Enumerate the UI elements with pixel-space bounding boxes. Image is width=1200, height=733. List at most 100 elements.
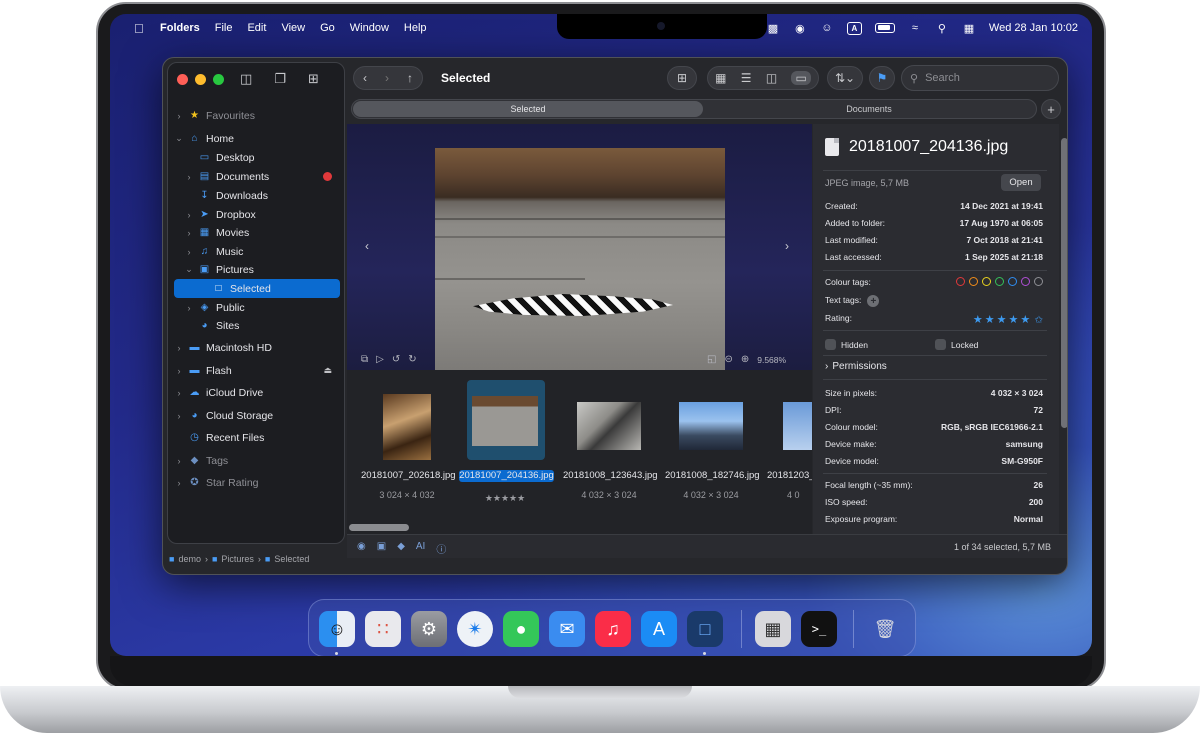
flip-horizontal-icon[interactable]: ⧉ [361,354,368,365]
menu-edit[interactable]: Edit [247,22,266,34]
text-toggle-icon[interactable]: A‍I [416,541,425,556]
sidebar-item-pictures[interactable]: ⌄ ▣ Pictures [174,260,340,279]
search-field[interactable]: ⚲ Search [901,65,1059,91]
column-view-button[interactable]: ◫ [766,71,777,85]
zoom-out-icon[interactable]: ⊝ [724,354,732,365]
tab-documents[interactable]: Documents [703,101,1035,117]
colour-tag-4[interactable] [1008,277,1017,286]
control-center-icon[interactable]: ▦ [962,22,976,35]
enclosing-folder-button[interactable]: ↑ [407,71,413,85]
menu-app-name[interactable]: Folders [160,22,200,34]
battery-icon[interactable] [874,23,895,33]
finder-icon[interactable]: ☺ [319,611,355,647]
sidebar-item-recent-files[interactable]: ◷ Recent Files [174,428,340,447]
sidebar-item-star-rating[interactable]: › ✪ Star Rating [174,473,340,492]
menu-view[interactable]: View [281,22,305,34]
launchpad-icon[interactable]: ∷ [365,611,401,647]
calculator-icon[interactable]: ▦ [755,611,791,647]
previous-image-button[interactable]: ‹ [365,239,369,253]
safari-icon[interactable]: ✴ [457,611,493,647]
tag-toggle-icon[interactable]: ◆ [397,541,405,556]
tab-selected[interactable]: Selected [353,101,703,117]
sidebar-item-public[interactable]: › ◈ Public [174,298,340,317]
forward-button[interactable]: › [385,71,389,85]
back-button[interactable]: ‹ [363,71,367,85]
folders-app-icon[interactable]: □ [687,611,723,647]
chevron-right-icon[interactable]: › [174,456,184,466]
gallery-view-button[interactable]: ▭ [791,71,811,85]
sidebar-item-desktop[interactable]: ▭ Desktop [174,148,340,167]
chevron-right-icon[interactable]: › [184,247,194,257]
colour-tag-2[interactable] [982,277,991,286]
menu-go[interactable]: Go [320,22,335,34]
chevron-down-icon[interactable]: ⌄ [174,133,184,144]
minimize-window-button[interactable] [195,74,206,85]
add-tag-button[interactable]: + [867,295,880,307]
clear-rating-icon[interactable]: ✩ [1035,315,1043,326]
sidebar-item-macintosh-hd[interactable]: › ▬ Macintosh HD [174,338,340,357]
menu-window[interactable]: Window [350,22,389,34]
path-item[interactable]: Pictures [221,554,254,564]
mail-icon[interactable]: ✉ [549,611,585,647]
flip-vertical-icon[interactable]: ▷ [376,354,384,365]
thumbnail-item[interactable]: 20181008_182746.jpg 4 032 × 3 024 [665,380,760,510]
input-source-icon[interactable]: A [846,21,862,35]
colour-tag-6[interactable] [1034,277,1043,286]
icon-view-button[interactable]: ▦ [715,71,726,85]
music-app-icon[interactable]: ♫ [595,611,631,647]
chevron-right-icon[interactable]: › [184,210,194,220]
chevron-right-icon[interactable]: › [174,411,184,421]
fit-icon[interactable]: ◱ [707,354,716,365]
window-tabs-icon[interactable]: ❐ [274,71,286,87]
chevron-right-icon[interactable]: › [184,303,194,313]
close-window-button[interactable] [177,74,188,85]
colour-tag-picker[interactable] [952,277,1043,288]
thumbnail-item-selected[interactable]: 20181007_204136.jpg ★★★★★ [459,380,554,510]
sidebar-item-home[interactable]: ⌄ ⌂ Home [174,129,340,148]
sidebar-item-downloads[interactable]: ↧ Downloads [174,186,340,205]
zoom-window-button[interactable] [213,74,224,85]
thumbnail-item[interactable]: 20181007_202618.jpg 3 024 × 4 032 [361,380,456,510]
chevron-right-icon[interactable]: › [174,111,184,121]
locked-checkbox[interactable]: Locked [935,339,978,350]
chevron-right-icon[interactable]: › [174,478,184,488]
sidebar-item-movies[interactable]: › ▦ Movies [174,223,340,242]
chevron-right-icon[interactable]: › [174,388,184,398]
screen-icon[interactable]: ▩ [766,22,780,35]
info-toggle-icon[interactable]: ⓘ [436,541,446,556]
horizontal-scrollbar[interactable] [349,524,409,531]
menu-help[interactable]: Help [404,22,427,34]
bookmark-button[interactable]: ⚑ [869,66,895,90]
next-image-button[interactable]: › [785,239,789,253]
open-button[interactable]: Open [1001,174,1041,191]
path-item[interactable]: demo [178,554,201,564]
sidebar-item-documents[interactable]: › ▤ Documents [174,167,340,186]
chevron-down-icon[interactable]: ⌄ [184,264,194,275]
rotate-left-icon[interactable]: ↺ [392,354,400,365]
rating-stars[interactable]: ★★★★★ [973,314,1032,326]
sidebar-item-selected[interactable]: □ Selected [174,279,340,298]
sidebar-item-cloud-storage[interactable]: › ◕ Cloud Storage [174,406,340,425]
trash-icon[interactable]: 🗑 [867,611,903,647]
sidebar-item-sites[interactable]: ◕ Sites [174,316,340,335]
chevron-right-icon[interactable]: › [174,343,184,353]
colour-tag-5[interactable] [1021,277,1030,286]
path-item[interactable]: Selected [274,554,309,564]
thumbnail-item[interactable]: 20181008_123643.jpg 4 032 × 3 024 [563,380,658,510]
sidebar-item-favourites[interactable]: › ★ Favourites [174,106,340,125]
thumbnail-item[interactable]: 20181203_ 4 0 [767,380,812,510]
sidebar-item-music[interactable]: › ♫ Music [174,242,340,261]
hidden-checkbox[interactable]: Hidden [825,339,935,350]
new-folder-button[interactable]: ⊞ [667,66,697,90]
toggle-sidebar-icon[interactable]: ◫ [240,71,252,87]
sidebar-item-icloud-drive[interactable]: › ☁ iCloud Drive [174,383,340,402]
terminal-icon[interactable]: >_ [801,611,837,647]
messages-icon[interactable]: ● [503,611,539,647]
inspector-scrollbar[interactable] [1061,138,1067,428]
system-settings-icon[interactable]: ⚙ [411,611,447,647]
app-store-icon[interactable]: A [641,611,677,647]
permissions-disclosure[interactable]: › Permissions [825,361,1043,372]
chevron-right-icon[interactable]: › [184,228,194,238]
list-view-button[interactable]: ☰ [741,71,752,85]
colour-tag-1[interactable] [969,277,978,286]
